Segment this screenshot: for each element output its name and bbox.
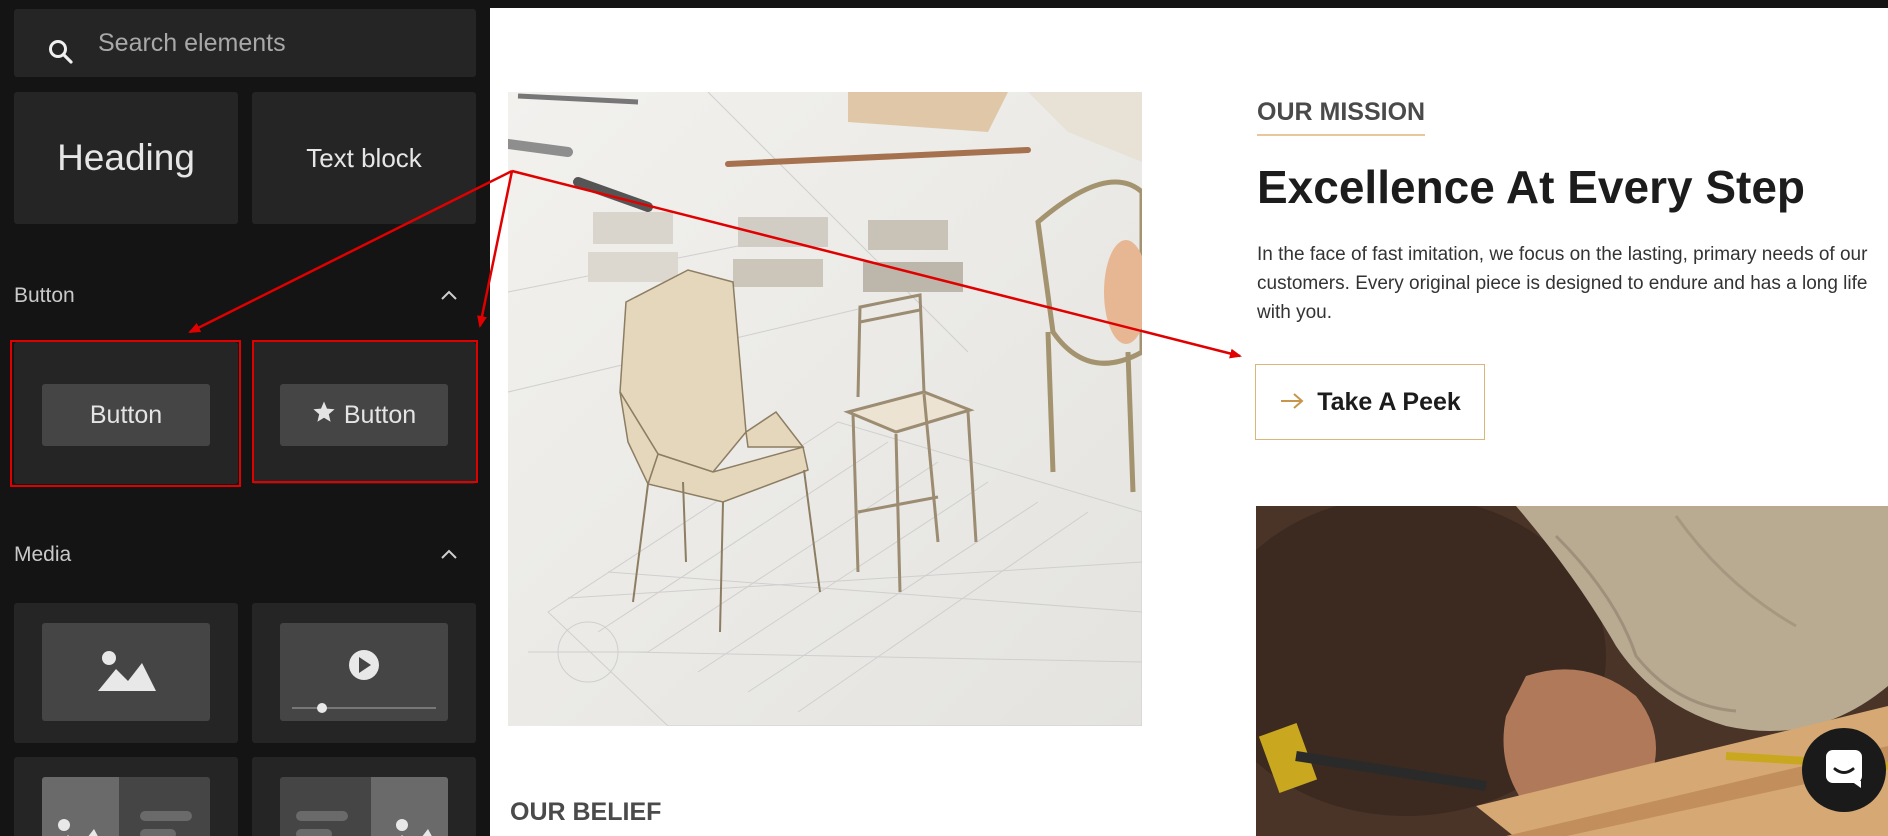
heading-element-tile[interactable]: Heading	[14, 92, 238, 224]
chair-models-image[interactable]	[503, 91, 1148, 727]
video-element-tile[interactable]	[252, 603, 476, 743]
mission-paragraph: In the face of fast imitation, we focus …	[1257, 244, 1868, 323]
chat-icon	[1823, 747, 1865, 794]
chevron-up-icon[interactable]	[440, 547, 458, 565]
mission-label: OUR MISSION	[1257, 98, 1426, 136]
top-bar	[490, 0, 1888, 8]
icon-button-element-tile[interactable]: Button	[252, 342, 476, 484]
text-block-element-tile[interactable]: Text block	[252, 92, 476, 224]
search-box	[14, 9, 476, 77]
text-image-preview	[280, 777, 448, 836]
image-element-tile[interactable]	[14, 603, 238, 743]
chevron-up-icon[interactable]	[440, 288, 458, 306]
image-text-preview	[42, 777, 210, 836]
icon-button-preview-label: Button	[343, 400, 417, 429]
take-a-peek-label: Take A Peek	[1317, 387, 1461, 416]
image-icon	[42, 651, 210, 725]
chat-launcher-button[interactable]	[1802, 728, 1886, 812]
image-preview	[42, 623, 210, 721]
page-heading: Excellence At Every Step	[1257, 161, 1806, 213]
belief-label: OUR BELIEF	[510, 798, 662, 826]
media-section-title: Media	[14, 543, 72, 566]
woodworking-image[interactable]	[1206, 496, 1888, 836]
star-icon	[312, 400, 336, 431]
icon-button-preview: Button	[280, 384, 448, 446]
heading-element-label: Heading	[57, 137, 195, 178]
page-canvas: OUR MISSION Excellence At Every Step In …	[490, 0, 1888, 836]
video-preview	[280, 623, 448, 721]
button-preview: Button	[42, 384, 210, 446]
elements-sidebar: Heading Text block Button Button Button …	[0, 0, 490, 836]
text-image-element-tile[interactable]	[252, 757, 476, 836]
arrow-right-icon	[1279, 388, 1305, 417]
search-icon	[48, 39, 74, 70]
button-element-tile[interactable]: Button	[14, 342, 238, 484]
text-block-element-label: Text block	[306, 142, 422, 173]
image-text-element-tile[interactable]	[14, 757, 238, 836]
button-preview-label: Button	[89, 400, 163, 429]
take-a-peek-button[interactable]: Take A Peek	[1255, 364, 1485, 440]
button-section-header[interactable]: Button	[14, 278, 476, 314]
media-section-header[interactable]: Media	[14, 537, 476, 573]
play-icon	[280, 650, 448, 725]
button-section-title: Button	[14, 284, 75, 307]
search-input[interactable]	[98, 23, 458, 63]
